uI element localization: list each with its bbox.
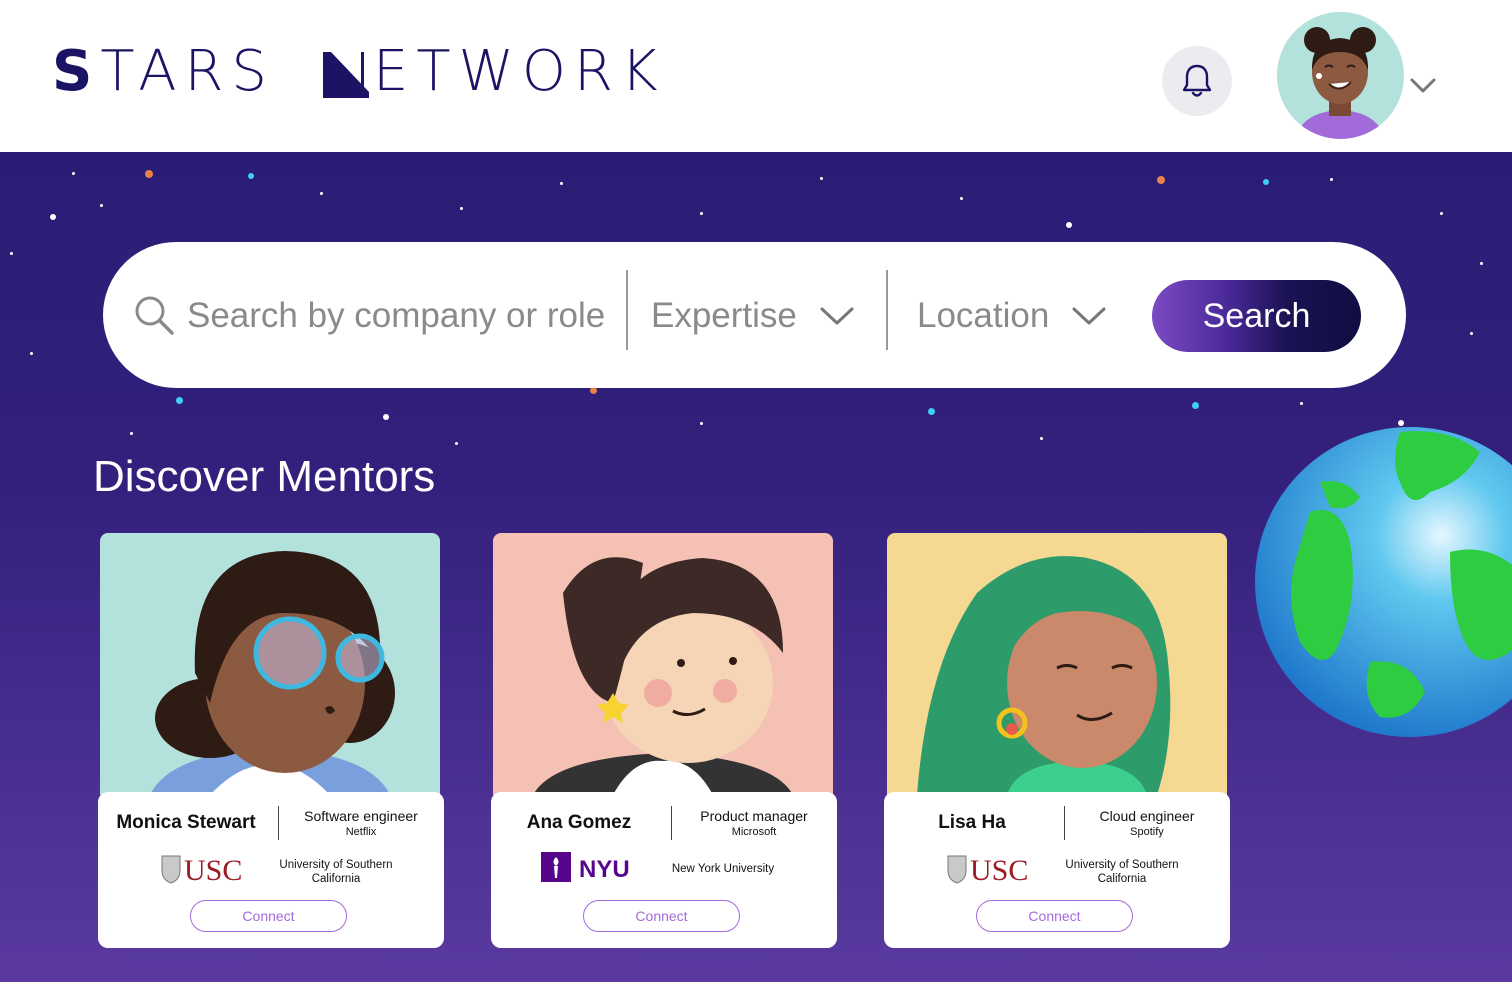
search-divider [886,270,888,350]
mentor-photo [887,533,1227,795]
nyu-logo: NYU [541,852,630,883]
mentor-name: Lisa Ha [938,812,1006,833]
star-decoration [130,432,133,435]
star-decoration [383,414,389,420]
card-divider [278,806,279,840]
star-decoration [455,442,458,445]
hero-section: Expertise Location Search Discover Mento… [0,152,1512,982]
mentor-card: Lisa Ha Cloud engineer Spotify USC Unive… [884,792,1230,948]
mentor-company: Netflix [345,826,377,838]
star-decoration [1263,179,1269,185]
star-decoration [560,182,563,185]
usc-logo: USC [947,854,1028,884]
mentor-card: Ana Gomez Product manager Microsoft NYU … [491,792,837,948]
section-title: Discover Mentors [93,452,436,501]
star-decoration [1040,437,1043,440]
user-avatar[interactable] [1277,12,1404,139]
expertise-dropdown[interactable]: Expertise [651,286,855,346]
search-icon [135,296,174,335]
card-divider [671,806,672,840]
mentor-name: Monica Stewart [116,812,256,833]
nyu-logo-text: NYU [579,856,630,883]
star-decoration [1470,332,1473,335]
star-decoration [248,173,254,179]
mentor-role: Cloud engineer [1099,808,1195,824]
star-decoration [820,177,823,180]
mentor-photo [100,533,440,795]
star-decoration [700,212,703,215]
star-decoration [960,197,963,200]
location-label: Location [917,296,1050,335]
usc-logo-text: USC [970,854,1028,884]
connect-button[interactable]: Connect [190,900,347,932]
mentor-role: Software engineer [304,808,418,824]
star-decoration [1300,402,1303,405]
mentor-photo [493,533,833,795]
star-decoration [176,397,183,404]
location-dropdown[interactable]: Location [917,286,1107,346]
expertise-label: Expertise [651,296,797,335]
star-decoration [1480,262,1483,265]
mentor-company: Microsoft [731,826,777,838]
usc-logo: USC [161,854,242,884]
usc-logo-text: USC [184,854,242,884]
mentor-school: University of Southern California [1065,859,1179,886]
stars-network-logo[interactable]: STARS ETWORK [52,42,666,102]
card-divider [1064,806,1065,840]
chevron-down-icon[interactable] [1408,70,1438,100]
star-decoration [320,192,323,195]
mentor-company: Spotify [1130,826,1164,838]
mentor-role: Product manager [700,808,808,824]
star-decoration [590,387,597,394]
search-divider [626,270,628,350]
star-decoration [1192,402,1199,409]
star-decoration [700,422,703,425]
star-decoration [1157,176,1165,184]
top-header: STARS ETWORK [0,0,1512,152]
mentor-card: Monica Stewart Software engineer Netflix… [98,792,444,948]
star-decoration [100,204,103,207]
notifications-button[interactable] [1162,46,1232,116]
mentor-school: New York University [671,863,775,875]
connect-button[interactable]: Connect [583,900,740,932]
logo-text-tars: TARS [100,39,275,104]
star-decoration [1066,222,1072,228]
star-decoration [928,408,935,415]
bell-icon [1182,64,1212,97]
chevron-down-icon [820,307,854,325]
star-decoration [145,170,153,178]
connect-button[interactable]: Connect [976,900,1133,932]
logo-n-mark [322,52,369,98]
search-input[interactable] [187,286,617,346]
star-decoration [1440,212,1443,215]
mentor-name: Ana Gomez [526,812,632,833]
star-decoration [460,207,463,210]
chevron-down-icon [1072,307,1106,325]
logo-text-etwork: ETWORK [372,39,666,104]
globe-illustration [1255,427,1512,737]
star-decoration [50,214,56,220]
logo-letter-s: S [52,39,101,104]
search-bar: Expertise Location Search [103,242,1406,388]
star-decoration [30,352,33,355]
search-button[interactable]: Search [1152,280,1361,352]
star-decoration [10,252,13,255]
star-decoration [1330,178,1333,181]
star-decoration [72,172,75,175]
mentor-school: University of Southern California [279,859,393,886]
